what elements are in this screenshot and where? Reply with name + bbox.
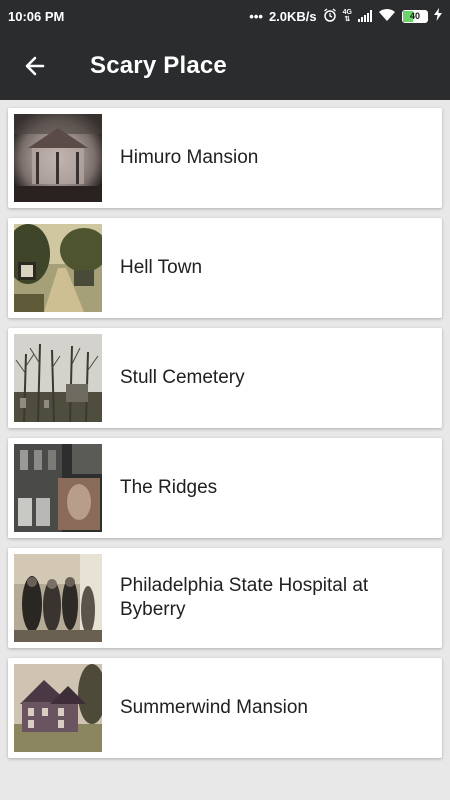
network-speed: 2.0KB/s xyxy=(268,8,317,24)
more-dots-icon: ••• xyxy=(249,8,263,24)
status-bar: 10:06 PM ••• 2.0KB/s 4G ⇅ 40 xyxy=(0,0,450,32)
place-name: Philadelphia State Hospital at Byberry xyxy=(120,575,369,620)
place-thumbnail xyxy=(14,664,102,752)
place-thumbnail xyxy=(14,444,102,532)
list-item[interactable]: Philadelphia State Hospital at Byberry xyxy=(8,548,442,648)
place-name: Stull Cemetery xyxy=(120,367,245,388)
alarm-icon xyxy=(323,7,337,25)
arrow-back-icon xyxy=(25,56,45,76)
list-item[interactable]: Hell Town xyxy=(8,218,442,318)
place-thumbnail xyxy=(14,114,102,202)
list-item[interactable]: Himuro Mansion xyxy=(8,108,442,208)
list-item[interactable]: The Ridges xyxy=(8,438,442,538)
place-thumbnail xyxy=(14,554,102,642)
battery-icon: 40 xyxy=(402,9,428,23)
app-bar: Scary Place xyxy=(0,32,450,100)
place-name: Himuro Mansion xyxy=(120,147,259,168)
place-name: Hell Town xyxy=(120,257,203,278)
place-thumbnail xyxy=(14,224,102,312)
place-name: The Ridges xyxy=(120,477,218,498)
charging-icon xyxy=(434,8,442,24)
list-item[interactable]: Stull Cemetery xyxy=(8,328,442,428)
list-item[interactable]: Summerwind Mansion xyxy=(8,658,442,758)
status-icons: ••• 2.0KB/s 4G ⇅ 40 xyxy=(249,7,442,25)
status-time: 10:06 PM xyxy=(8,8,65,24)
battery-level: 40 xyxy=(409,11,420,21)
back-button[interactable] xyxy=(0,32,70,100)
data-arrows-icon: ⇅ xyxy=(344,16,351,23)
wifi-icon xyxy=(378,8,396,25)
page-title: Scary Place xyxy=(90,52,227,79)
network-type: 4G ⇅ xyxy=(342,9,352,23)
signal-icon xyxy=(358,10,372,22)
place-thumbnail xyxy=(14,334,102,422)
place-name: Summerwind Mansion xyxy=(120,697,308,718)
